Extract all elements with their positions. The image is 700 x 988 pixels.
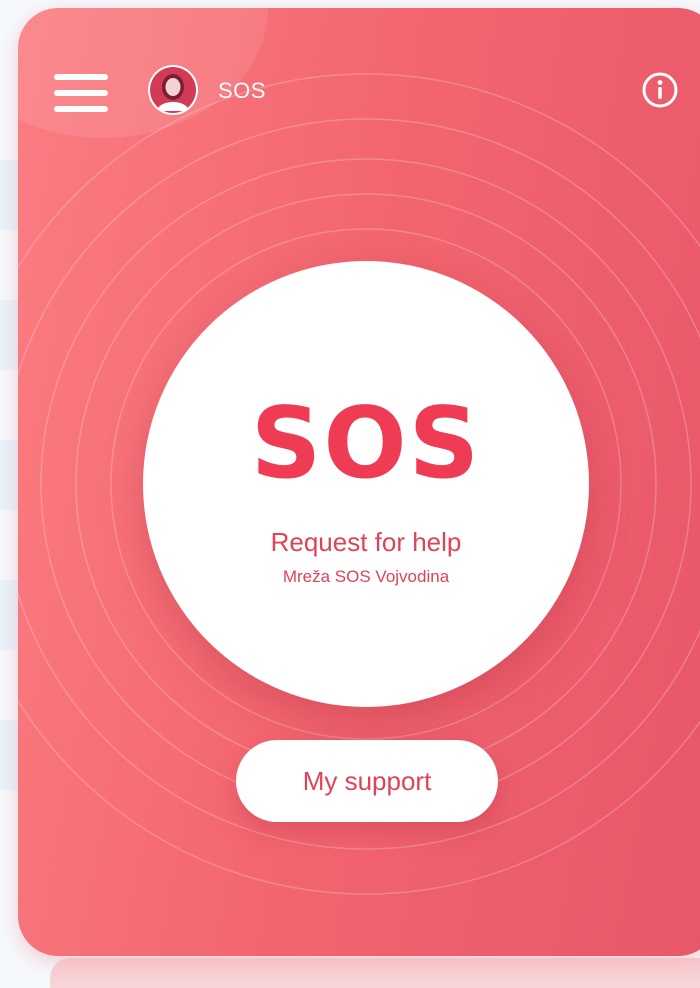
hamburger-menu-icon [54,74,108,80]
my-support-button[interactable]: My support [236,740,498,822]
sos-network-name: Mreža SOS Vojvodina [282,567,450,586]
menu-button[interactable] [54,72,108,114]
header-title: SOS [218,78,266,103]
sos-title: SOS [250,387,482,501]
user-avatar-icon [150,67,196,113]
sos-card: SOS SOS Request for help Mreža SOS Vojvo… [18,8,700,956]
sos-subtitle: Request for help [270,527,462,557]
sos-button[interactable]: SOS Request for help Mreža SOS Vojvodina [143,261,589,707]
next-card-edge [50,958,700,988]
info-button[interactable] [640,70,680,110]
avatar[interactable] [148,65,198,115]
hamburger-menu-icon [54,106,108,112]
hamburger-menu-icon [54,90,108,96]
info-icon [642,72,678,108]
